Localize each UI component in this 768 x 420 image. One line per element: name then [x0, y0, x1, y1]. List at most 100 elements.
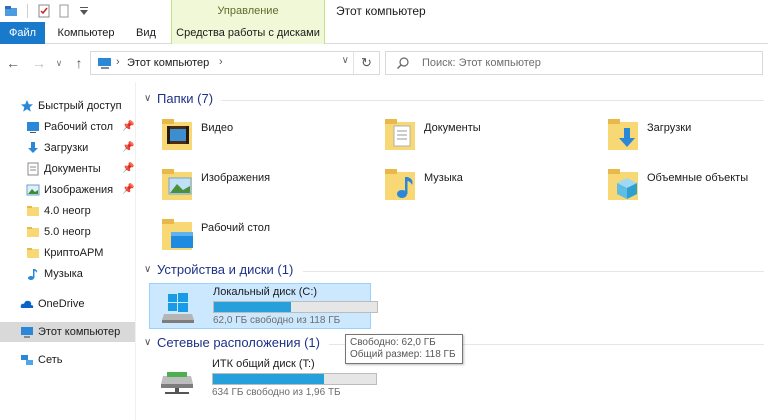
- drive-usage-bar: [213, 301, 378, 313]
- sidebar-item-label: 5.0 неогр: [44, 226, 91, 238]
- windows-drive-icon: [160, 290, 196, 324]
- pictures-icon: [26, 183, 40, 197]
- address-dropdown-icon[interactable]: ∨: [342, 55, 349, 66]
- search-input[interactable]: Поиск: Этот компьютер: [385, 51, 763, 75]
- drive-free-space: 62,0 ГБ свободно из 118 ГБ: [213, 315, 341, 326]
- folder-tile-pictures[interactable]: Изображения: [137, 164, 347, 210]
- sidebar-item-label: 4.0 неогр: [44, 205, 91, 217]
- folder-tile-desktop[interactable]: Рабочий стол: [137, 214, 347, 260]
- drive-name: ИТК общий диск (T:): [212, 358, 315, 370]
- tab-computer[interactable]: Компьютер: [45, 22, 127, 44]
- sidebar-item-desktop[interactable]: Рабочий стол 📌: [0, 117, 135, 137]
- search-icon: [396, 56, 410, 73]
- chevron-right-icon[interactable]: ›: [116, 56, 120, 68]
- tooltip-total-size: Общий размер: 118 ГБ: [350, 349, 456, 360]
- sidebar-item-downloads[interactable]: Загрузки 📌: [0, 138, 135, 158]
- desktop-folder-icon: [26, 120, 40, 134]
- music-folder-icon: [384, 164, 420, 204]
- folder-icon: [26, 246, 40, 260]
- folder-tile-downloads[interactable]: Загрузки: [583, 114, 768, 160]
- forward-arrow-icon[interactable]: →: [30, 54, 48, 72]
- navigation-pane: Быстрый доступ Рабочий стол 📌 Загрузки 📌…: [0, 82, 136, 420]
- sidebar-item-5-0[interactable]: 5.0 неогр: [0, 222, 135, 242]
- chevron-down-icon[interactable]: ∨: [144, 264, 151, 275]
- back-arrow-icon[interactable]: ←: [4, 54, 22, 72]
- drive-usage-fill: [214, 302, 291, 312]
- pin-icon[interactable]: 📌: [122, 138, 134, 158]
- pin-icon[interactable]: 📌: [122, 159, 134, 179]
- tab-view[interactable]: Вид: [127, 22, 165, 44]
- address-bar[interactable]: › Этот компьютер › ∨ ↻: [90, 51, 380, 75]
- folder-label: Объемные объекты: [647, 172, 749, 184]
- video-folder-icon: [161, 114, 197, 154]
- chevron-right-icon[interactable]: ›: [219, 56, 223, 68]
- documents-icon: [26, 162, 40, 176]
- refresh-icon[interactable]: ↻: [353, 52, 379, 74]
- up-arrow-icon[interactable]: ↑: [70, 54, 88, 72]
- sidebar-item-quick-access[interactable]: Быстрый доступ: [0, 96, 135, 116]
- tab-disk-tools[interactable]: Средства работы с дисками: [171, 22, 325, 44]
- customize-toolbar-icon[interactable]: [77, 4, 91, 18]
- tab-file[interactable]: Файл: [0, 22, 45, 44]
- sidebar-item-label: OneDrive: [38, 298, 85, 310]
- folder-label: Загрузки: [647, 122, 692, 134]
- properties-icon[interactable]: [37, 4, 51, 18]
- content-pane: ∨ Папки (7) Видео Документы Загрузки Изо…: [137, 82, 768, 420]
- title-bar: Управление Этот компьютер: [0, 0, 768, 22]
- computer-icon: [20, 325, 34, 339]
- sidebar-item-network[interactable]: Сеть: [0, 350, 135, 370]
- group-divider: [221, 100, 764, 101]
- folder-label: Музыка: [424, 172, 463, 184]
- sidebar-item-documents[interactable]: Документы 📌: [0, 159, 135, 179]
- folder-tile-video[interactable]: Видео: [137, 114, 347, 160]
- group-title: Сетевые расположения (1): [157, 335, 320, 350]
- sidebar-item-4-0[interactable]: 4.0 неогр: [0, 201, 135, 221]
- folder-tile-documents[interactable]: Документы: [360, 114, 570, 160]
- network-drive-icon: [159, 362, 195, 396]
- chevron-down-icon[interactable]: ∨: [144, 337, 151, 348]
- sidebar-item-onedrive[interactable]: OneDrive: [0, 294, 135, 314]
- downloads-folder-icon: [607, 114, 643, 154]
- context-group-label: Управление: [217, 5, 279, 17]
- breadcrumb-this-pc[interactable]: Этот компьютер: [127, 57, 209, 69]
- sidebar-item-label: Сеть: [38, 354, 63, 366]
- download-arrow-icon: [26, 141, 40, 155]
- navigation-bar: ← → ∨ ↑ › Этот компьютер › ∨ ↻ Поиск: Эт…: [0, 44, 768, 82]
- quick-access-toolbar: [4, 3, 91, 19]
- chevron-down-icon[interactable]: ∨: [144, 93, 151, 104]
- recent-locations-chevron-icon[interactable]: ∨: [50, 54, 68, 72]
- window-title: Этот компьютер: [336, 4, 426, 18]
- new-folder-icon[interactable]: [57, 4, 71, 18]
- sidebar-item-label: КриптоАРМ: [44, 247, 104, 259]
- context-group-header: Управление: [171, 0, 325, 22]
- sidebar-item-label: Быстрый доступ: [38, 100, 122, 112]
- computer-icon: [97, 57, 113, 73]
- folder-tile-3d-objects[interactable]: Объемные объекты: [583, 164, 768, 210]
- drive-tile-c[interactable]: Локальный диск (C:) 62,0 ГБ свободно из …: [149, 283, 378, 329]
- group-header-devices[interactable]: ∨ Устройства и диски (1): [137, 261, 768, 281]
- desktop-folder-icon: [161, 214, 197, 254]
- cloud-icon: [20, 297, 34, 311]
- star-icon: [20, 99, 34, 113]
- pin-icon[interactable]: 📌: [122, 180, 134, 200]
- 3d-objects-folder-icon: [607, 164, 643, 204]
- explorer-icon[interactable]: [4, 4, 18, 18]
- sidebar-item-pictures[interactable]: Изображения 📌: [0, 180, 135, 200]
- sidebar-item-label: Документы: [44, 163, 101, 175]
- folder-label: Изображения: [201, 172, 271, 184]
- group-header-folders[interactable]: ∨ Папки (7): [137, 90, 768, 110]
- drive-usage-bar: [212, 373, 377, 385]
- sidebar-item-cryptoarm[interactable]: КриптоАРМ: [0, 243, 135, 263]
- folder-tile-music[interactable]: Музыка: [360, 164, 570, 210]
- drive-free-space: 634 ГБ свободно из 1,96 ТБ: [212, 387, 341, 398]
- folder-label: Видео: [201, 122, 234, 134]
- sidebar-item-label: Этот компьютер: [38, 326, 121, 338]
- sidebar-item-label: Рабочий стол: [44, 121, 114, 133]
- drive-tile-t[interactable]: ИТК общий диск (T:) 634 ГБ свободно из 1…: [149, 356, 377, 402]
- search-placeholder: Поиск: Этот компьютер: [422, 57, 541, 69]
- drive-tooltip: Свободно: 62,0 ГБ Общий размер: 118 ГБ: [345, 334, 463, 364]
- sidebar-item-music[interactable]: Музыка: [0, 264, 135, 284]
- sidebar-item-this-pc[interactable]: Этот компьютер: [0, 322, 135, 342]
- folder-label: Рабочий стол: [201, 222, 271, 234]
- pin-icon[interactable]: 📌: [122, 117, 134, 137]
